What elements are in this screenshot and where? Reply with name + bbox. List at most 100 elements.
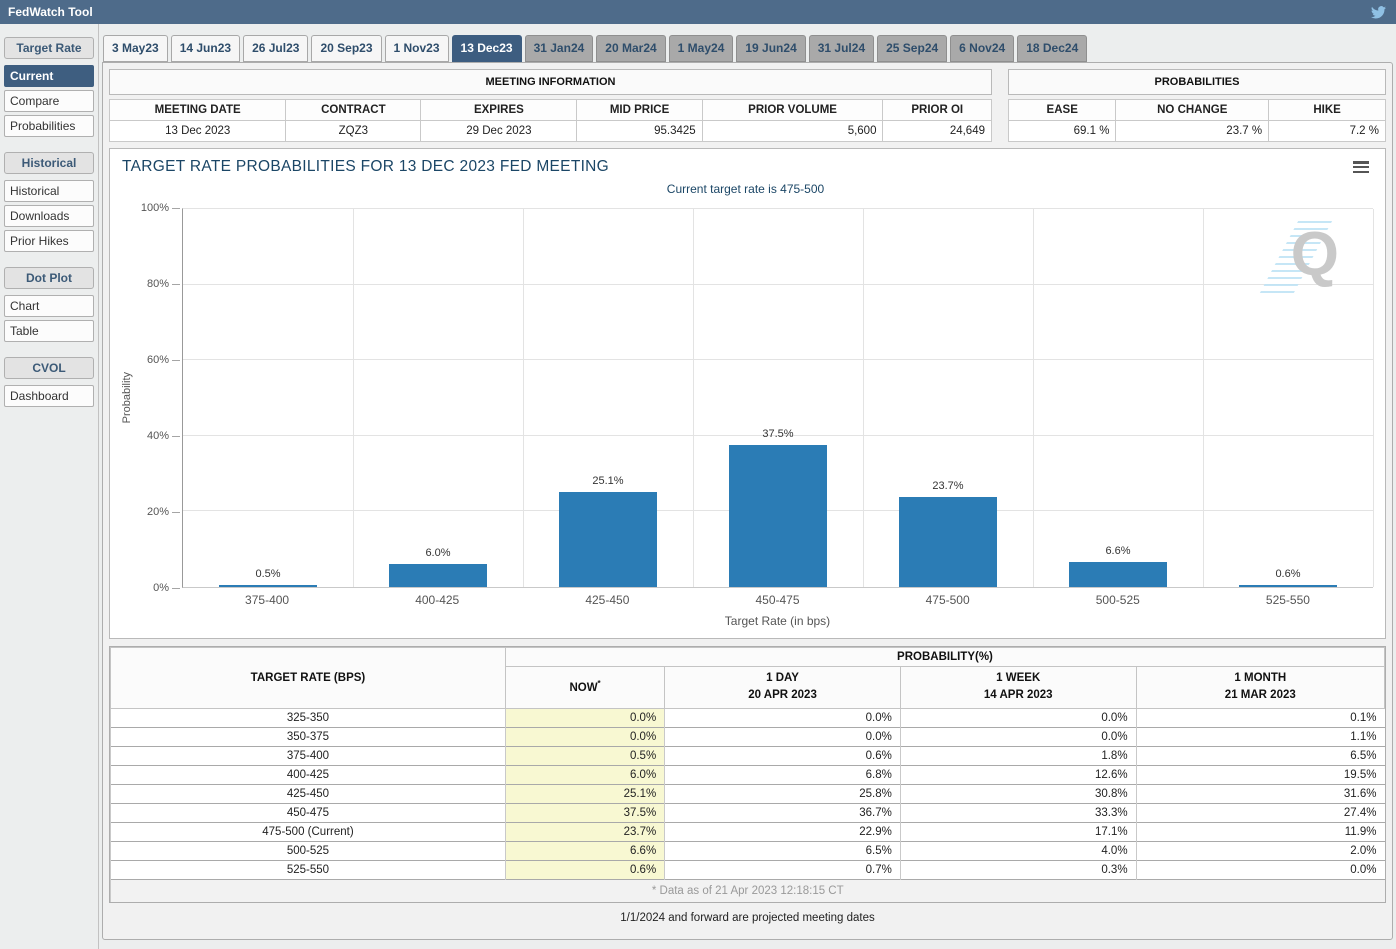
- chart-subtitle: Current target rate is 475-500: [118, 182, 1373, 196]
- y-tick-20: 20%: [147, 506, 169, 518]
- probability-group-header: PROBABILITY(%): [505, 648, 1384, 667]
- bar-375-400: 0.5%: [183, 209, 353, 587]
- bar-425-450: 25.1%: [523, 209, 693, 587]
- bar-525-550: 0.6%: [1203, 209, 1373, 587]
- tab-3-may23[interactable]: 3 May23: [103, 35, 168, 62]
- y-tick-0: 0%: [153, 582, 169, 594]
- tab-26-jul23[interactable]: 26 Jul23: [243, 35, 308, 62]
- tab-18-dec24[interactable]: 18 Dec24: [1017, 35, 1087, 62]
- prior-oi-value: 24,649: [883, 121, 992, 142]
- target-rate-bps-header: TARGET RATE (BPS): [111, 648, 506, 709]
- meeting-date-value: 13 Dec 2023: [110, 121, 286, 142]
- chart-panel: TARGET RATE PROBABILITIES FOR 13 DEC 202…: [109, 148, 1386, 639]
- mid-price-header: MID PRICE: [577, 100, 702, 121]
- table-footnote-row: * Data as of 21 Apr 2023 12:18:15 CT: [111, 879, 1385, 902]
- table-row: 350-375 0.0% 0.0% 0.0% 1.1%: [111, 727, 1385, 746]
- data-as-of-note: * Data as of 21 Apr 2023 12:18:15 CT: [111, 879, 1385, 902]
- x-axis-title: Target Rate (in bps): [182, 607, 1373, 632]
- x-label-475-500: 475-500: [863, 588, 1033, 607]
- y-axis-title: Probability: [118, 208, 136, 588]
- tab-20-mar24[interactable]: 20 Mar24: [596, 35, 665, 62]
- sidebar: Target Rate Current Compare Probabilitie…: [0, 24, 99, 949]
- sidebar-section-cvol: CVOL: [4, 357, 94, 379]
- chart-title: TARGET RATE PROBABILITIES FOR 13 DEC 202…: [118, 158, 1373, 176]
- x-label-525-550: 525-550: [1203, 588, 1373, 607]
- sidebar-section-dot-plot: Dot Plot: [4, 267, 94, 289]
- tab-1-nov23[interactable]: 1 Nov23: [385, 35, 449, 62]
- expires-header: EXPIRES: [421, 100, 577, 121]
- tab-19-jun24[interactable]: 19 Jun24: [736, 35, 805, 62]
- probabilities-panel: PROBABILITIES EASE NO CHANGE HIKE 69.1 %…: [1008, 69, 1386, 142]
- sidebar-item-dashboard[interactable]: Dashboard: [4, 385, 94, 407]
- table-row: 500-525 6.6% 6.5% 4.0% 2.0%: [111, 841, 1385, 860]
- plot-area: Q 0.5% 6.0% 25.1% 37.5% 23.7% 6.6% 0.6%: [182, 208, 1373, 588]
- sidebar-item-table[interactable]: Table: [4, 320, 94, 342]
- sidebar-item-prior-hikes[interactable]: Prior Hikes: [4, 230, 94, 252]
- bar-400-425: 6.0%: [353, 209, 523, 587]
- sidebar-item-probabilities[interactable]: Probabilities: [4, 115, 94, 137]
- no-change-value: 23.7 %: [1116, 121, 1269, 142]
- x-label-400-425: 400-425: [352, 588, 522, 607]
- expires-value: 29 Dec 2023: [421, 121, 577, 142]
- table-row: 525-550 0.6% 0.7% 0.3% 0.0%: [111, 860, 1385, 879]
- projected-dates-note: 1/1/2024 and forward are projected meeti…: [109, 903, 1386, 932]
- mid-price-value: 95.3425: [577, 121, 702, 142]
- sidebar-section-target-rate: Target Rate: [4, 37, 94, 59]
- twitter-icon[interactable]: [1368, 3, 1388, 21]
- table-row: 325-350 0.0% 0.0% 0.0% 0.1%: [111, 708, 1385, 727]
- y-axis: 0% 20% 40% 60% 80% 100%: [136, 208, 182, 588]
- sidebar-item-historical[interactable]: Historical: [4, 180, 94, 202]
- sidebar-item-compare[interactable]: Compare: [4, 90, 94, 112]
- bar-500-525: 6.6%: [1033, 209, 1203, 587]
- x-axis-labels: 375-400 400-425 425-450 450-475 475-500 …: [182, 588, 1373, 607]
- x-label-425-450: 425-450: [522, 588, 692, 607]
- table-row: 400-425 6.0% 6.8% 12.6% 19.5%: [111, 765, 1385, 784]
- main-content: 3 May23 14 Jun23 26 Jul23 20 Sep23 1 Nov…: [99, 24, 1396, 949]
- prior-volume-header: PRIOR VOLUME: [702, 100, 883, 121]
- contract-value: ZQZ3: [286, 121, 421, 142]
- one-month-column-header: 1 MONTH21 MAR 2023: [1136, 667, 1384, 709]
- y-tick-60: 60%: [147, 354, 169, 366]
- tab-25-sep24[interactable]: 25 Sep24: [877, 35, 947, 62]
- one-day-column-header: 1 DAY20 APR 2023: [665, 667, 901, 709]
- chart-menu-icon[interactable]: [1353, 161, 1369, 173]
- prior-oi-header: PRIOR OI: [883, 100, 992, 121]
- meeting-information-panel: MEETING INFORMATION MEETING DATE CONTRAC…: [109, 69, 992, 142]
- prior-volume-value: 5,600: [702, 121, 883, 142]
- y-tick-80: 80%: [147, 278, 169, 290]
- tab-31-jan24[interactable]: 31 Jan24: [525, 35, 594, 62]
- meeting-information-caption: MEETING INFORMATION: [109, 69, 992, 95]
- sidebar-item-downloads[interactable]: Downloads: [4, 205, 94, 227]
- no-change-header: NO CHANGE: [1116, 100, 1269, 121]
- tab-6-nov24[interactable]: 6 Nov24: [950, 35, 1014, 62]
- contract-header: CONTRACT: [286, 100, 421, 121]
- ease-value: 69.1 %: [1009, 121, 1116, 142]
- table-row: 425-450 25.1% 25.8% 30.8% 31.6%: [111, 784, 1385, 803]
- main-panel: MEETING INFORMATION MEETING DATE CONTRAC…: [102, 62, 1393, 940]
- meeting-date-header: MEETING DATE: [110, 100, 286, 121]
- sidebar-item-chart[interactable]: Chart: [4, 295, 94, 317]
- ease-header: EASE: [1009, 100, 1116, 121]
- bar-450-475: 37.5%: [693, 209, 863, 587]
- now-column-header: NOW*: [505, 667, 664, 709]
- probabilities-caption: PROBABILITIES: [1008, 69, 1386, 95]
- tab-20-sep23[interactable]: 20 Sep23: [311, 35, 381, 62]
- app-title: FedWatch Tool: [8, 5, 93, 19]
- one-week-column-header: 1 WEEK14 APR 2023: [900, 667, 1136, 709]
- bar-475-500: 23.7%: [863, 209, 1033, 587]
- x-label-375-400: 375-400: [182, 588, 352, 607]
- meeting-date-tabs: 3 May23 14 Jun23 26 Jul23 20 Sep23 1 Nov…: [103, 35, 1393, 62]
- page: { "app": { "title": "FedWatch Tool" }, "…: [0, 0, 1396, 949]
- sidebar-item-current[interactable]: Current: [4, 65, 94, 87]
- hike-header: HIKE: [1269, 100, 1386, 121]
- tab-13-dec23[interactable]: 13 Dec23: [452, 35, 522, 62]
- tab-31-jul24[interactable]: 31 Jul24: [809, 35, 874, 62]
- hike-value: 7.2 %: [1269, 121, 1386, 142]
- y-tick-100: 100%: [141, 202, 169, 214]
- probability-table-panel: TARGET RATE (BPS) PROBABILITY(%) NOW* 1 …: [109, 646, 1386, 903]
- tab-14-jun23[interactable]: 14 Jun23: [171, 35, 240, 62]
- table-row-current: 475-500 (Current) 23.7% 22.9% 17.1% 11.9…: [111, 822, 1385, 841]
- tab-1-may24[interactable]: 1 May24: [669, 35, 734, 62]
- app-header: FedWatch Tool: [0, 0, 1396, 24]
- table-row: 375-400 0.5% 0.6% 1.8% 6.5%: [111, 746, 1385, 765]
